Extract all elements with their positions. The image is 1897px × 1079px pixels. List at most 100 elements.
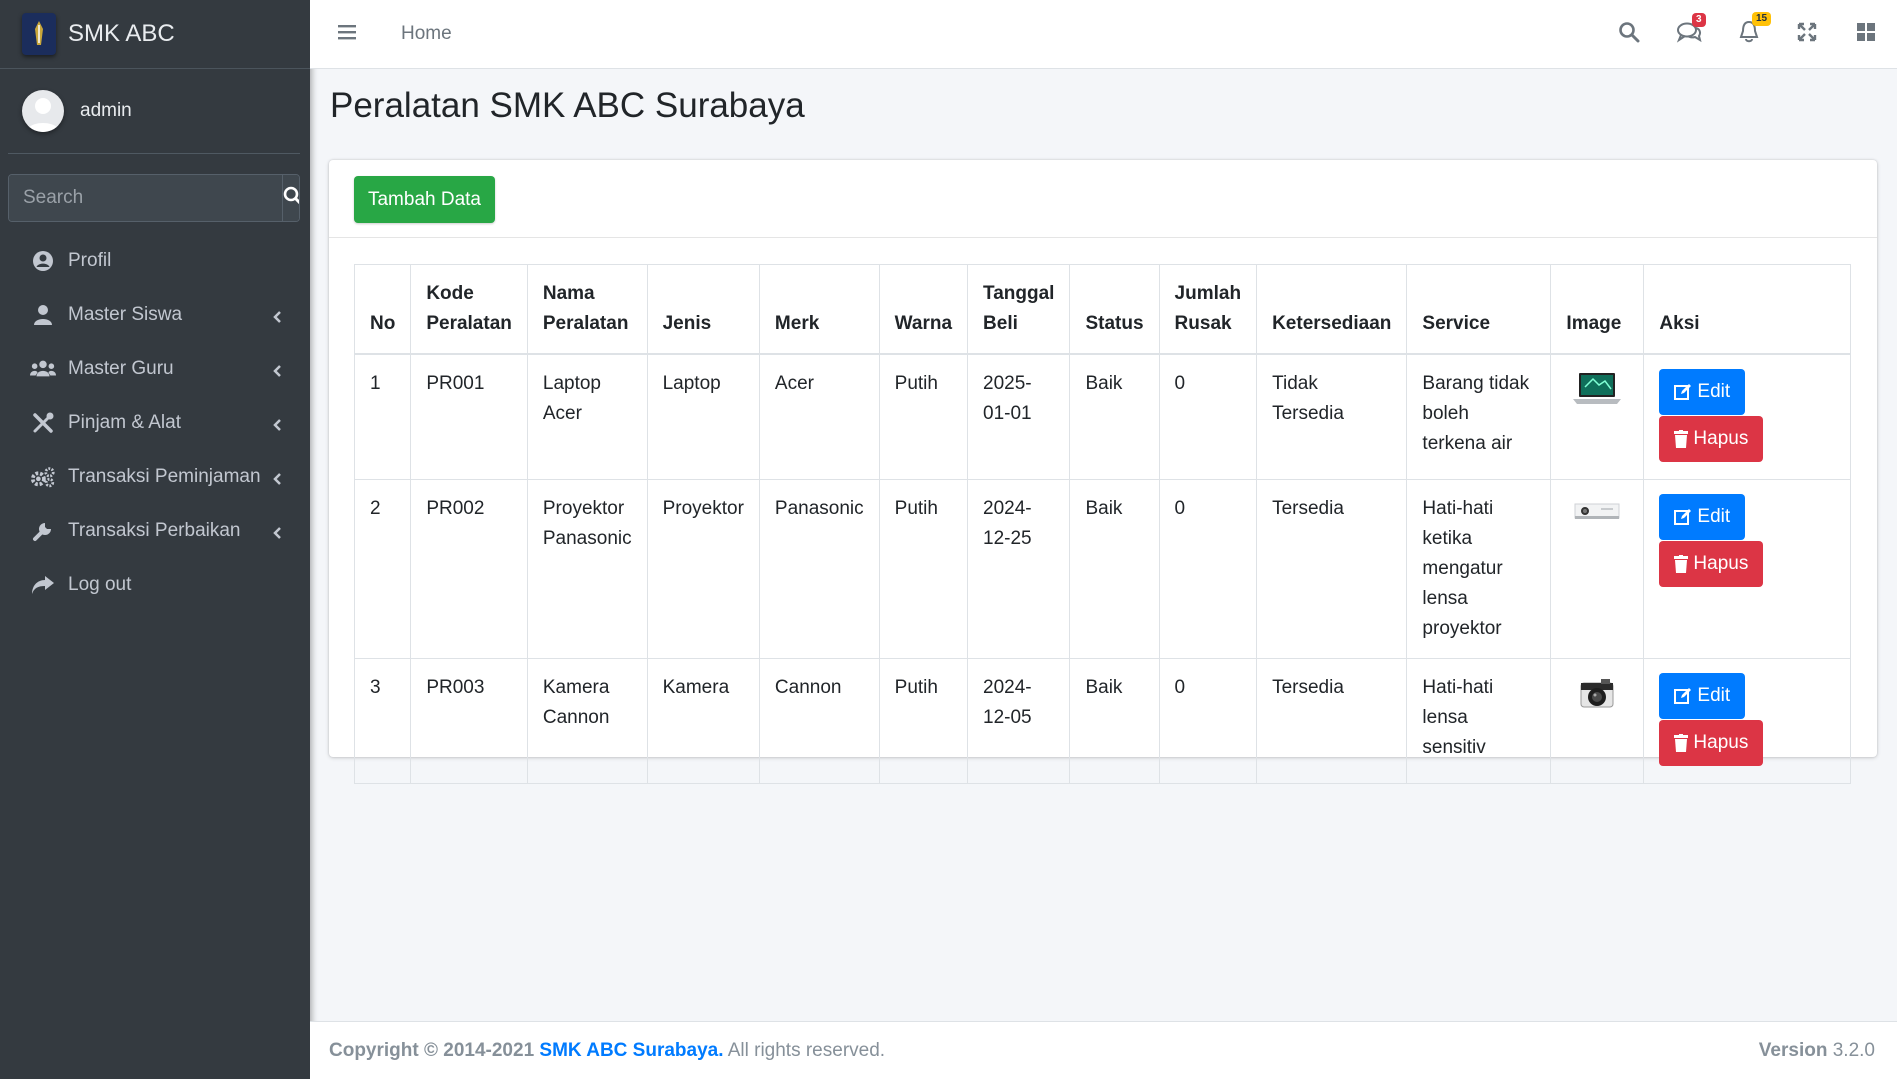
cell-aksi: Edit Hapus [1643, 478, 1851, 659]
laptop-image [1571, 373, 1623, 414]
cell-status: Baik [1069, 353, 1160, 480]
column-header: Merk [758, 264, 880, 355]
table-row: 3 PR003 Kamera Cannon Kamera Cannon Puti… [353, 657, 1851, 784]
column-header: No [353, 264, 412, 355]
navbar-search-button[interactable] [1599, 21, 1659, 48]
cell-image [1550, 353, 1645, 480]
cell-service: Hati-hati lensa sensitiv [1406, 657, 1552, 784]
sidebar-item-profil[interactable]: Profil [0, 234, 310, 288]
navbar-control-sidebar-button[interactable] [1835, 22, 1897, 47]
chevron-left-icon [272, 524, 282, 546]
nav-home-link[interactable]: Home [401, 23, 452, 45]
edit-icon [1674, 384, 1692, 400]
column-header: Ketersediaan [1256, 264, 1408, 355]
column-header: Tanggal Beli [967, 264, 1071, 355]
trash-icon [1674, 430, 1689, 448]
user-name[interactable]: admin [80, 100, 132, 122]
sidebar-item-transaksi-perbaikan[interactable]: Transaksi Perbaikan [0, 504, 310, 558]
cell-tanggal: 2024-12-05 [967, 657, 1071, 784]
edit-button[interactable]: Edit [1659, 493, 1746, 540]
cell-status: Baik [1069, 478, 1160, 659]
cogs-icon [30, 464, 56, 490]
cell-image [1550, 478, 1645, 659]
column-header: Status [1069, 264, 1160, 355]
sidebar-search-input[interactable] [9, 175, 282, 221]
delete-button[interactable]: Hapus [1659, 540, 1764, 587]
edit-label: Edit [1697, 505, 1731, 527]
search-icon [283, 186, 299, 211]
sidebar-item-master-siswa[interactable]: Master Siswa [0, 288, 310, 342]
cell-jenis: Laptop [646, 353, 760, 480]
avatar[interactable] [22, 90, 64, 132]
notifications-badge: 15 [1752, 11, 1772, 26]
cell-aksi: Edit Hapus [1643, 353, 1851, 480]
column-header: Jenis [646, 264, 760, 355]
navbar-right: 3 15 [1599, 0, 1897, 68]
version-label: Version [1758, 1039, 1828, 1061]
delete-label: Hapus [1693, 731, 1749, 753]
sidebar-item-label: Master Siswa [68, 304, 183, 325]
cell-ketersediaan: Tidak Tersedia [1256, 353, 1408, 480]
sidebar-item-label: Pinjam & Alat [68, 412, 181, 433]
user-panel: admin [8, 69, 300, 154]
rights-text: All rights reserved. [727, 1039, 886, 1061]
navbar-messages-button[interactable]: 3 [1659, 12, 1719, 48]
equipment-card: Tambah Data No Kode Peralatan Nama Peral… [329, 160, 1877, 784]
brand-link[interactable]: SMK ABC [0, 0, 310, 69]
cell-rusak: 0 [1158, 657, 1258, 784]
footer-org-link[interactable]: SMK ABC Surabaya. [539, 1040, 723, 1061]
chevron-left-icon [272, 362, 282, 384]
cell-kode: PR001 [410, 353, 528, 480]
tools-icon [30, 410, 56, 436]
search-icon [1618, 21, 1640, 48]
cell-merk: Acer [758, 353, 880, 480]
copyright-text: Copyright © 2014-2021 [329, 1039, 535, 1061]
edit-icon [1674, 687, 1692, 704]
cell-nama: Laptop Acer [526, 353, 648, 480]
navbar-notifications-button[interactable]: 15 [1719, 11, 1779, 49]
brand-name: SMK ABC [68, 20, 175, 47]
navbar-fullscreen-button[interactable] [1779, 22, 1835, 47]
sidebar-search [8, 174, 300, 222]
cell-no: 3 [353, 657, 412, 784]
sidebar-item-label: Profil [68, 250, 112, 271]
user-circle-icon [30, 248, 56, 274]
page-title: Peralatan SMK ABC Surabaya [330, 86, 805, 125]
users-icon [30, 356, 56, 382]
cell-kode: PR003 [410, 657, 528, 784]
cell-warna: Putih [878, 478, 969, 659]
edit-button[interactable]: Edit [1659, 369, 1746, 415]
sidebar-item-pinjam-alat[interactable]: Pinjam & Alat [0, 396, 310, 450]
main-sidebar: SMK ABC admin Profil Master Siswa [0, 0, 310, 1079]
chevron-left-icon [272, 308, 282, 330]
footer-copyright: Copyright © 2014-2021 SMK ABC Surabaya. … [329, 1040, 885, 1062]
table-header-row: No Kode Peralatan Nama Peralatan Jenis M… [353, 264, 1851, 355]
sidebar-item-logout[interactable]: Log out [0, 558, 310, 612]
cell-service: Hati-hati ketika mengatur lensa proyekto… [1406, 478, 1552, 659]
sidebar-item-label: Transaksi Peminjaman [68, 466, 261, 487]
sidebar-item-label: Transaksi Perbaikan [68, 520, 241, 541]
version-number: 3.2.0 [1832, 1039, 1875, 1061]
delete-button[interactable]: Hapus [1659, 719, 1764, 766]
table-row: 1 PR001 Laptop Acer Laptop Acer Putih 20… [353, 353, 1851, 480]
edit-label: Edit [1697, 684, 1731, 706]
projector-image [1571, 503, 1623, 533]
hamburger-icon[interactable] [338, 23, 360, 46]
delete-button[interactable]: Hapus [1659, 416, 1764, 462]
cell-ketersediaan: Tersedia [1256, 657, 1408, 784]
add-data-button[interactable]: Tambah Data [354, 176, 495, 223]
sidebar-search-button[interactable] [282, 175, 299, 221]
cell-warna: Putih [878, 353, 969, 480]
sidebar-item-transaksi-peminjaman[interactable]: Transaksi Peminjaman [0, 450, 310, 504]
sidebar-item-label: Log out [68, 574, 132, 595]
camera-image [1575, 678, 1619, 718]
cell-no: 2 [353, 478, 412, 659]
column-header: Warna [878, 264, 969, 355]
edit-icon [1674, 508, 1692, 525]
cell-kode: PR002 [410, 478, 528, 659]
column-header: Jumlah Rusak [1158, 264, 1258, 355]
sidebar-item-master-guru[interactable]: Master Guru [0, 342, 310, 396]
cell-jenis: Kamera [646, 657, 760, 784]
edit-button[interactable]: Edit [1659, 672, 1746, 719]
card-header: Tambah Data [329, 160, 1877, 238]
